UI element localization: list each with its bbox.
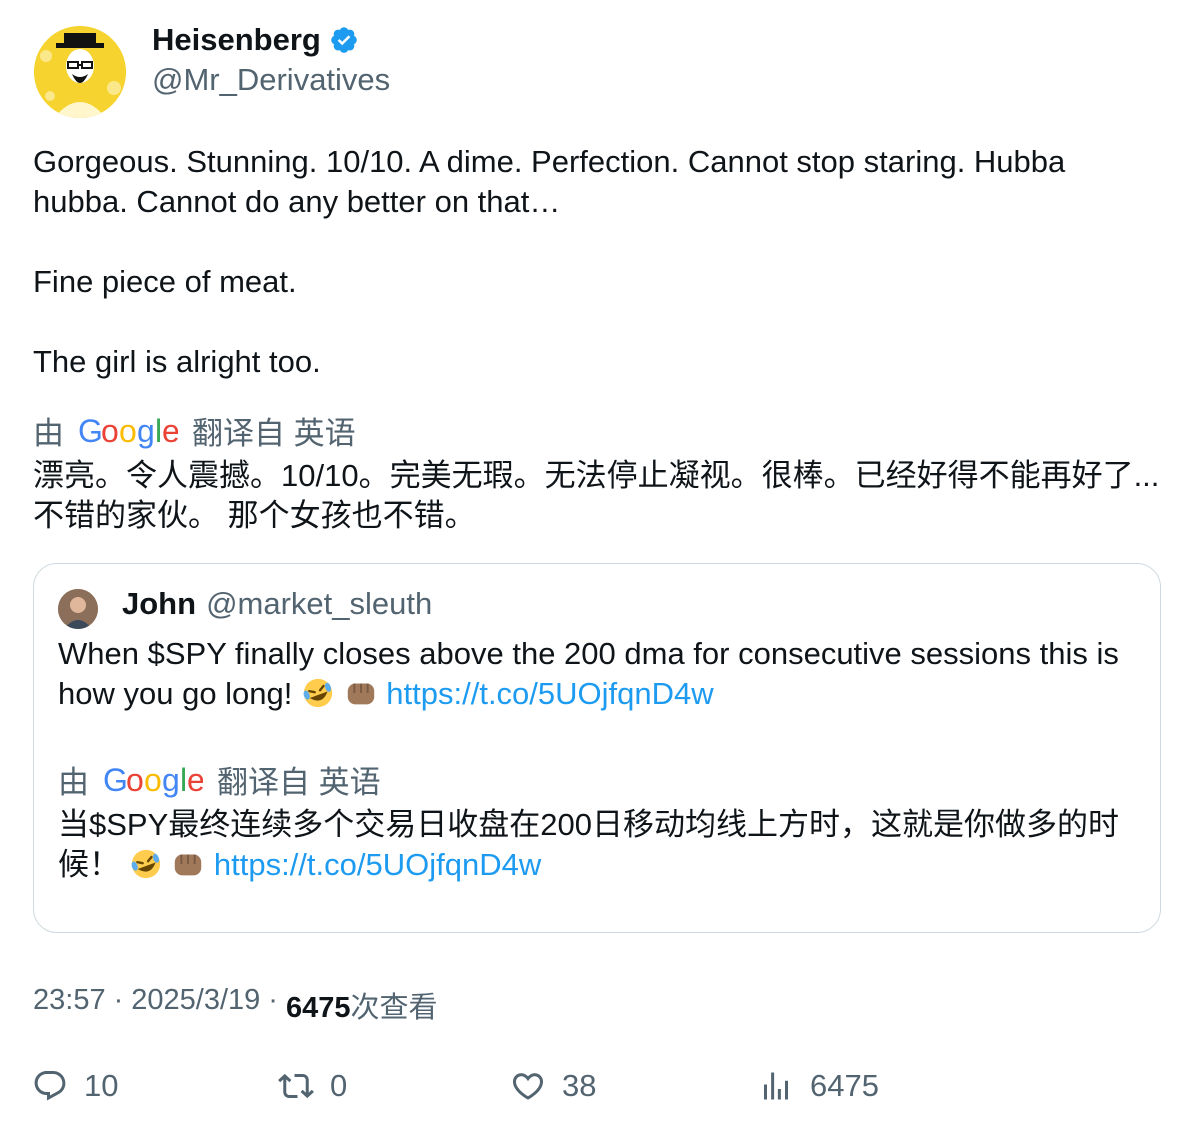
verified-badge-icon[interactable] (329, 25, 359, 55)
fist-emoji-icon (347, 683, 374, 705)
tweet-time[interactable]: 23:57 (33, 984, 106, 1026)
author-avatar[interactable] (34, 26, 126, 118)
translation-attribution[interactable]: 由 G o o g l e 翻译自 英语 (33, 408, 356, 453)
meta-separator: · (268, 984, 278, 1016)
tweet-date[interactable]: 2025/3/19 (131, 984, 260, 1026)
quoted-link[interactable]: https://t.co/5UOjfqnD4w (386, 676, 713, 711)
heisenberg-avatar-icon (34, 26, 126, 118)
svg-text:o: o (119, 413, 137, 449)
reply-count: 10 (84, 1068, 119, 1103)
retweet-count: 0 (330, 1068, 348, 1103)
tweet-text: Gorgeous. Stunning. 10/10. A dime. Perfe… (33, 142, 1163, 382)
translated-text: 漂亮。令人震撼。10/10。完美无瑕。无法停止凝视。很棒。已经好得不能再好了..… (33, 458, 1160, 533)
author-handle[interactable]: @Mr_Derivatives (152, 62, 390, 98)
svg-text:g: g (162, 762, 180, 798)
translation-suffix: 翻译自 英语 (217, 765, 381, 800)
svg-text:o: o (126, 762, 144, 798)
quoted-handle[interactable]: @market_sleuth (206, 586, 432, 622)
quoted-translated-text: 当$SPY最终连续多个交易日收盘在200日移动均线上方时，这就是你做多的时候！ … (58, 805, 1138, 885)
svg-text:o: o (101, 413, 119, 449)
tweet-meta: 23:57 · 2025/3/19 · 6475次查看 (33, 984, 437, 1026)
tweet-paragraph: Fine piece of meat. (33, 264, 297, 299)
like-button[interactable]: 38 (510, 1068, 596, 1104)
author-name-row: Heisenberg (152, 22, 359, 58)
translation-suffix: 翻译自 英语 (192, 416, 356, 451)
quoted-text: When $SPY finally closes above the 200 d… (58, 634, 1138, 714)
tweet-paragraph: Gorgeous. Stunning. 10/10. A dime. Perfe… (33, 144, 1066, 219)
view-count-label: 次查看 (350, 992, 438, 1024)
rofl-emoji-icon (303, 678, 333, 708)
svg-text:g: g (137, 413, 155, 449)
views-count: 6475 (810, 1068, 879, 1103)
analytics-icon (764, 1072, 788, 1100)
google-logo-icon: G o o g l e (103, 762, 203, 798)
quoted-header: John @market_sleuth (122, 586, 432, 622)
rofl-emoji-icon (131, 849, 160, 879)
quoted-tweet[interactable]: John @market_sleuth When $SPY finally cl… (33, 563, 1161, 933)
svg-text:e: e (187, 762, 203, 798)
svg-text:G: G (78, 413, 103, 449)
author-display-name[interactable]: Heisenberg (152, 22, 321, 58)
translation-prefix: 由 (58, 765, 89, 800)
view-count: 6475 (285, 992, 351, 1024)
retweet-button[interactable]: 0 (278, 1068, 347, 1104)
svg-text:G: G (103, 762, 128, 798)
reply-button[interactable]: 10 (32, 1068, 118, 1104)
google-logo-icon: G o o g l e (78, 413, 178, 449)
tweet-paragraph: The girl is alright too. (33, 344, 321, 379)
quoted-translated-link[interactable]: https://t.co/5UOjfqnD4w (214, 847, 541, 882)
action-bar: 10 0 38 6475 (32, 1068, 1162, 1112)
translation-prefix: 由 (33, 416, 64, 451)
retweet-icon (278, 1073, 314, 1099)
meta-separator: · (113, 984, 124, 1016)
quoted-author-avatar[interactable] (58, 589, 98, 629)
quoted-display-name[interactable]: John (122, 586, 196, 622)
quoted-translation-attribution[interactable]: 由 G o o g l e 翻译自 英语 (58, 757, 381, 802)
heart-icon (512, 1073, 544, 1100)
svg-text:o: o (144, 762, 162, 798)
reply-icon (34, 1071, 66, 1101)
views-button[interactable]: 6475 (758, 1068, 879, 1104)
svg-text:e: e (162, 413, 178, 449)
fist-emoji-icon (175, 854, 202, 876)
like-count: 38 (562, 1068, 597, 1103)
john-avatar-icon (58, 589, 98, 629)
